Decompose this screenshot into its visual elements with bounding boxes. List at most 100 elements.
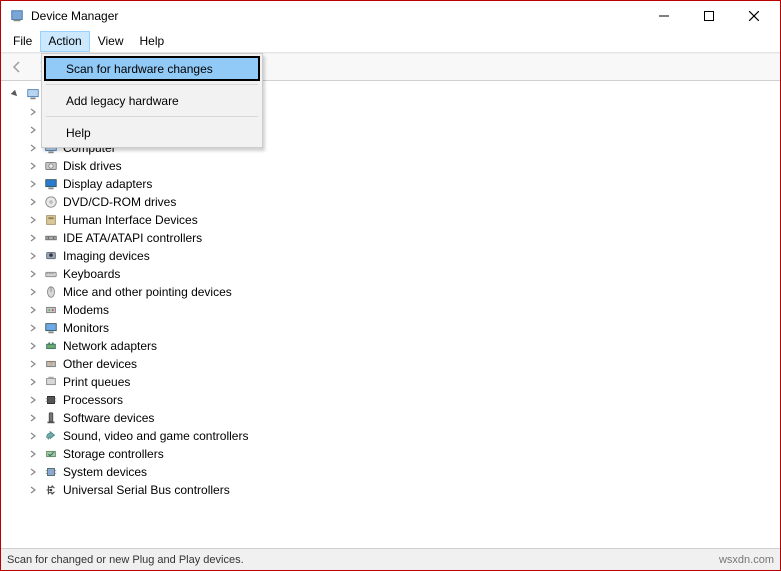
device-category-icon: [43, 266, 59, 282]
action-dropdown-menu: Scan for hardware changes Add legacy har…: [41, 53, 263, 148]
expander-closed-icon[interactable]: [27, 232, 39, 244]
tree-node-label: Disk drives: [63, 159, 122, 173]
menu-separator: [46, 84, 258, 85]
tree-node-label: Display adapters: [63, 177, 152, 191]
device-category-icon: [43, 284, 59, 300]
device-category-icon: [43, 392, 59, 408]
tree-node-label: Modems: [63, 303, 109, 317]
tree-node[interactable]: Keyboards: [25, 265, 780, 283]
expander-closed-icon[interactable]: [27, 286, 39, 298]
device-tree-pane[interactable]: BluetoothComputerDisk drivesDisplay adap…: [1, 81, 780, 548]
tree-node-label: Sound, video and game controllers: [63, 429, 248, 443]
computer-root-icon: [25, 86, 41, 102]
svg-text:?: ?: [49, 361, 53, 368]
maximize-button[interactable]: [686, 2, 731, 30]
device-category-icon: [43, 482, 59, 498]
expander-closed-icon[interactable]: [27, 250, 39, 262]
tree-node[interactable]: Universal Serial Bus controllers: [25, 481, 780, 499]
expander-closed-icon[interactable]: [27, 322, 39, 334]
expander-closed-icon[interactable]: [27, 214, 39, 226]
expander-closed-icon[interactable]: [27, 340, 39, 352]
watermark: wsxdn.com: [719, 554, 774, 566]
menu-help[interactable]: Help: [132, 31, 173, 52]
tree-node[interactable]: Sound, video and game controllers: [25, 427, 780, 445]
tree-node-label: Other devices: [63, 357, 137, 371]
expander-closed-icon[interactable]: [27, 412, 39, 424]
device-category-icon: [43, 410, 59, 426]
tree-node[interactable]: Imaging devices: [25, 247, 780, 265]
expander-closed-icon[interactable]: [27, 466, 39, 478]
tree-node-label: IDE ATA/ATAPI controllers: [63, 231, 202, 245]
device-category-icon: [43, 302, 59, 318]
tree-node[interactable]: Processors: [25, 391, 780, 409]
expander-closed-icon[interactable]: [27, 196, 39, 208]
device-category-icon: ?: [43, 356, 59, 372]
device-category-icon: [43, 374, 59, 390]
menu-item-add-legacy[interactable]: Add legacy hardware: [44, 88, 260, 113]
expander-closed-icon[interactable]: [27, 376, 39, 388]
tree-node[interactable]: Human Interface Devices: [25, 211, 780, 229]
tree-node-label: Processors: [63, 393, 123, 407]
expander-closed-icon[interactable]: [27, 304, 39, 316]
tree-node-label: Imaging devices: [63, 249, 150, 263]
status-text: Scan for changed or new Plug and Play de…: [7, 554, 244, 566]
device-category-icon: [43, 194, 59, 210]
expander-closed-icon[interactable]: [27, 178, 39, 190]
tree-node-label: Human Interface Devices: [63, 213, 198, 227]
expander-closed-icon[interactable]: [27, 394, 39, 406]
tree-node[interactable]: Storage controllers: [25, 445, 780, 463]
tree-node-label: Monitors: [63, 321, 109, 335]
expander-closed-icon[interactable]: [27, 142, 39, 154]
menu-item-scan-hardware[interactable]: Scan for hardware changes: [44, 56, 260, 81]
menu-view[interactable]: View: [90, 31, 132, 52]
expander-closed-icon[interactable]: [27, 448, 39, 460]
tree-node[interactable]: Display adapters: [25, 175, 780, 193]
tree-node[interactable]: Print queues: [25, 373, 780, 391]
tree-node-label: DVD/CD-ROM drives: [63, 195, 176, 209]
device-category-icon: [43, 212, 59, 228]
menu-item-help[interactable]: Help: [44, 120, 260, 145]
device-category-icon: [43, 446, 59, 462]
tree-node[interactable]: Software devices: [25, 409, 780, 427]
tree-node[interactable]: Monitors: [25, 319, 780, 337]
expander-open-icon[interactable]: [9, 88, 21, 100]
tree-node-label: Storage controllers: [63, 447, 164, 461]
back-button[interactable]: [5, 55, 29, 79]
expander-closed-icon[interactable]: [27, 106, 39, 118]
expander-closed-icon[interactable]: [27, 160, 39, 172]
tree-node[interactable]: Modems: [25, 301, 780, 319]
menu-item-label: Add legacy hardware: [66, 94, 179, 108]
tree-node-label: Keyboards: [63, 267, 120, 281]
expander-closed-icon[interactable]: [27, 484, 39, 496]
tree-node[interactable]: Disk drives: [25, 157, 780, 175]
device-manager-window: Device Manager File Action View Help: [0, 0, 781, 571]
close-button[interactable]: [731, 2, 776, 30]
device-category-icon: [43, 320, 59, 336]
app-icon: [9, 8, 25, 24]
tree-node[interactable]: DVD/CD-ROM drives: [25, 193, 780, 211]
tree-node[interactable]: Mice and other pointing devices: [25, 283, 780, 301]
expander-closed-icon[interactable]: [27, 124, 39, 136]
statusbar: Scan for changed or new Plug and Play de…: [1, 548, 780, 570]
expander-closed-icon[interactable]: [27, 358, 39, 370]
tree-node-label: System devices: [63, 465, 147, 479]
device-category-icon: [43, 248, 59, 264]
menu-item-label: Scan for hardware changes: [66, 62, 213, 76]
menu-file[interactable]: File: [5, 31, 40, 52]
tree-node-label: Mice and other pointing devices: [63, 285, 232, 299]
device-category-icon: [43, 176, 59, 192]
tree-node[interactable]: Network adapters: [25, 337, 780, 355]
tree-node-label: Print queues: [63, 375, 130, 389]
tree-node-label: Software devices: [63, 411, 154, 425]
expander-closed-icon[interactable]: [27, 430, 39, 442]
expander-closed-icon[interactable]: [27, 268, 39, 280]
device-category-icon: [43, 158, 59, 174]
tree-node[interactable]: ? Other devices: [25, 355, 780, 373]
menu-separator: [46, 116, 258, 117]
tree-node[interactable]: System devices: [25, 463, 780, 481]
menu-action[interactable]: Action: [40, 31, 89, 52]
window-controls: [641, 2, 776, 30]
minimize-button[interactable]: [641, 2, 686, 30]
menu-item-label: Help: [66, 126, 91, 140]
tree-node[interactable]: IDE ATA/ATAPI controllers: [25, 229, 780, 247]
